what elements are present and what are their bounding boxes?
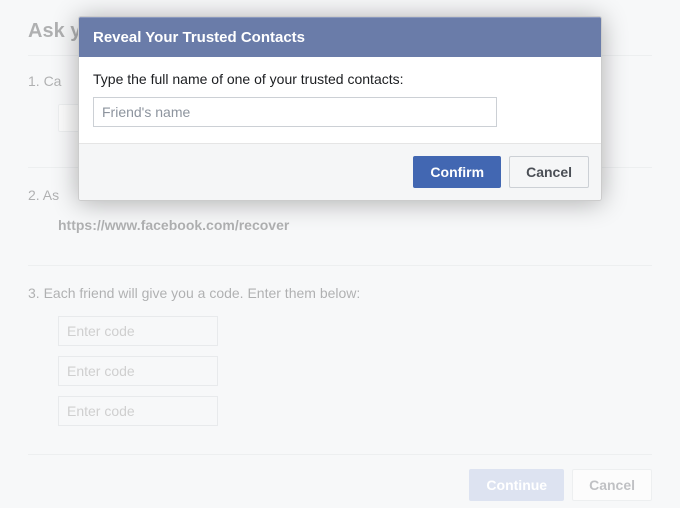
reveal-trusted-contacts-modal: Reveal Your Trusted Contacts Type the fu… xyxy=(78,16,602,201)
modal-instruction-text: Type the full name of one of your truste… xyxy=(93,71,587,87)
modal-footer: Confirm Cancel xyxy=(79,143,601,200)
modal-cancel-button[interactable]: Cancel xyxy=(509,156,589,188)
confirm-button[interactable]: Confirm xyxy=(413,156,501,188)
modal-title: Reveal Your Trusted Contacts xyxy=(79,17,601,57)
friend-name-input[interactable] xyxy=(93,97,497,127)
